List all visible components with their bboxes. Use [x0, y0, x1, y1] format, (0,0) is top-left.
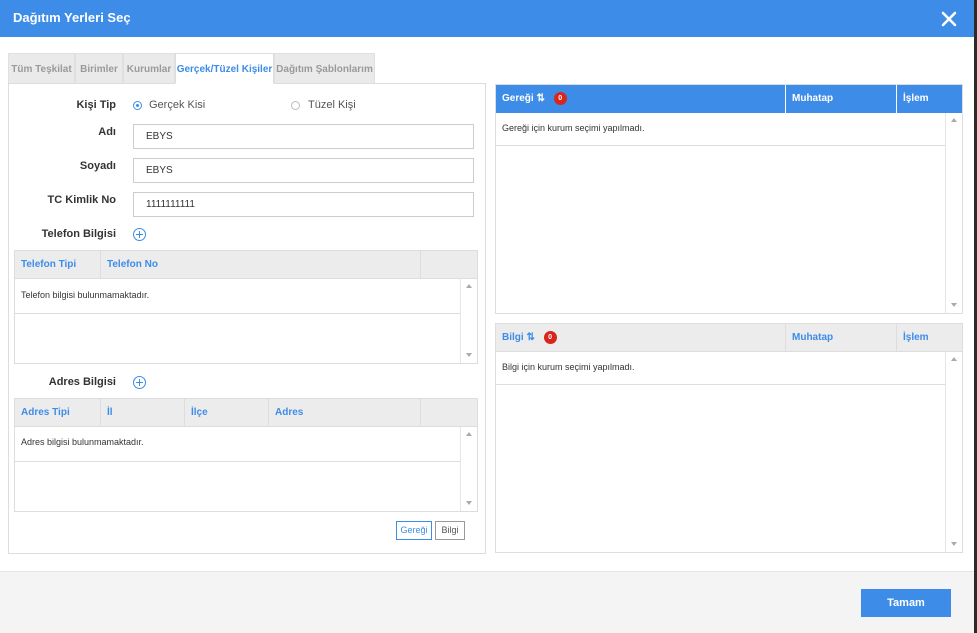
bilgi-scrollbar[interactable] — [945, 352, 963, 552]
col-telefon-tipi[interactable]: Telefon Tipi — [15, 251, 101, 279]
sort-icon[interactable]: ⇅ — [536, 93, 544, 104]
bilgi-count-badge: 0 — [543, 330, 557, 344]
add-adres-icon[interactable] — [133, 376, 146, 389]
bilgi-column[interactable]: Bilgi ⇅ 0 — [496, 324, 786, 352]
col-telefon-no[interactable]: Telefon No — [101, 251, 421, 279]
tuzel-kisi-radio[interactable] — [291, 101, 300, 110]
person-form-panel: Kişi Tip Gerçek Kisi Tüzel Kişi Adı EBYS… — [8, 83, 486, 554]
tab-kurumlar[interactable]: Kurumlar — [123, 53, 175, 84]
scroll-up-icon[interactable] — [466, 284, 472, 288]
col-ilce[interactable]: İlçe — [185, 399, 269, 427]
distribution-dialog: Dağıtım Yerleri Seç Tüm Teşkilat Birimle… — [0, 0, 974, 633]
tab-birimler[interactable]: Birimler — [75, 53, 123, 84]
tab-dagitim-sablonlarim[interactable]: Dağıtım Şablonlarım — [274, 53, 375, 84]
row-divider — [496, 384, 946, 385]
close-icon[interactable] — [939, 9, 959, 29]
gercek-kisi-label: Gerçek Kisi — [149, 99, 206, 111]
telefon-table: Telefon Tipi Telefon No Telefon bilgisi … — [14, 250, 478, 364]
geregi-col-islem[interactable]: İşlem — [897, 85, 963, 113]
tab-gercek-tuzel[interactable]: Gerçek/Tüzel Kişiler — [175, 53, 274, 84]
bilgi-col-islem[interactable]: İşlem — [897, 324, 963, 352]
scroll-down-icon[interactable] — [951, 542, 957, 546]
adres-table: Adres Tipi İl İlçe Adres Adres bilgisi b… — [14, 398, 478, 512]
gercek-kisi-radio[interactable] — [133, 101, 142, 110]
dialog-title: Dağıtım Yerleri Seç — [13, 10, 131, 25]
scroll-up-icon[interactable] — [951, 357, 957, 361]
scroll-up-icon[interactable] — [951, 118, 957, 122]
adres-empty-message: Adres bilgisi bulunmamaktadır. — [21, 437, 144, 447]
dialog-titlebar: Dağıtım Yerleri Seç — [0, 0, 974, 37]
geregi-header: Gereği ⇅ 0 Muhatap İşlem — [496, 85, 962, 113]
col-il[interactable]: İl — [101, 399, 185, 427]
soyadi-label: Soyadı — [79, 160, 116, 172]
telefon-empty-message: Telefon bilgisi bulunmamaktadır. — [21, 290, 150, 300]
tab-tum-teskilat[interactable]: Tüm Teşkilat — [8, 53, 75, 84]
geregi-scrollbar[interactable] — [945, 113, 963, 313]
tc-kimlik-label: TC Kimlik No — [47, 194, 116, 206]
geregi-col-muhatap[interactable]: Muhatap — [786, 85, 897, 113]
row-divider — [15, 313, 460, 314]
kisi-tip-label: Kişi Tip — [76, 99, 116, 111]
adi-field[interactable]: EBYS — [133, 124, 474, 149]
col-adres-tipi[interactable]: Adres Tipi — [15, 399, 101, 427]
scroll-down-icon[interactable] — [951, 303, 957, 307]
tamam-button[interactable]: Tamam — [861, 589, 951, 617]
geregi-empty-message: Gereği için kurum seçimi yapılmadı. — [502, 123, 645, 133]
bilgi-panel: Bilgi ⇅ 0 Muhatap İşlem Bilgi için kurum… — [495, 323, 963, 553]
telefon-bilgisi-label: Telefon Bilgisi — [41, 228, 116, 240]
sort-icon[interactable]: ⇅ — [526, 332, 534, 343]
scroll-down-icon[interactable] — [466, 501, 472, 505]
tc-kimlik-field[interactable]: 1111111111 — [133, 192, 474, 217]
row-divider — [496, 145, 946, 146]
adres-bilgisi-label: Adres Bilgisi — [48, 376, 116, 388]
add-telefon-icon[interactable] — [133, 228, 146, 241]
dialog-footer: Tamam — [0, 571, 974, 633]
adres-scrollbar[interactable] — [460, 427, 478, 511]
bilgi-col-muhatap[interactable]: Muhatap — [786, 324, 897, 352]
geregi-count-badge: 0 — [553, 91, 567, 105]
adres-table-header: Adres Tipi İl İlçe Adres — [15, 399, 477, 427]
scroll-up-icon[interactable] — [466, 432, 472, 436]
adi-label: Adı — [98, 126, 116, 138]
row-divider — [15, 461, 460, 462]
bilgi-empty-message: Bilgi için kurum seçimi yapılmadı. — [502, 362, 635, 372]
bilgi-header: Bilgi ⇅ 0 Muhatap İşlem — [496, 324, 962, 352]
geregi-panel: Gereği ⇅ 0 Muhatap İşlem Gereği için kur… — [495, 84, 963, 314]
soyadi-field[interactable]: EBYS — [133, 158, 474, 183]
tuzel-kisi-label: Tüzel Kişi — [308, 99, 356, 111]
col-adres[interactable]: Adres — [269, 399, 421, 427]
scroll-down-icon[interactable] — [466, 353, 472, 357]
bilgi-button[interactable]: Bilgi — [435, 521, 465, 540]
telefon-scrollbar[interactable] — [460, 279, 478, 363]
geregi-column[interactable]: Gereği ⇅ 0 — [496, 85, 786, 113]
telefon-table-header: Telefon Tipi Telefon No — [15, 251, 477, 279]
geregi-button[interactable]: Gereği — [396, 521, 432, 540]
bilgi-title: Bilgi — [502, 332, 524, 343]
geregi-title: Gereği — [502, 93, 534, 104]
